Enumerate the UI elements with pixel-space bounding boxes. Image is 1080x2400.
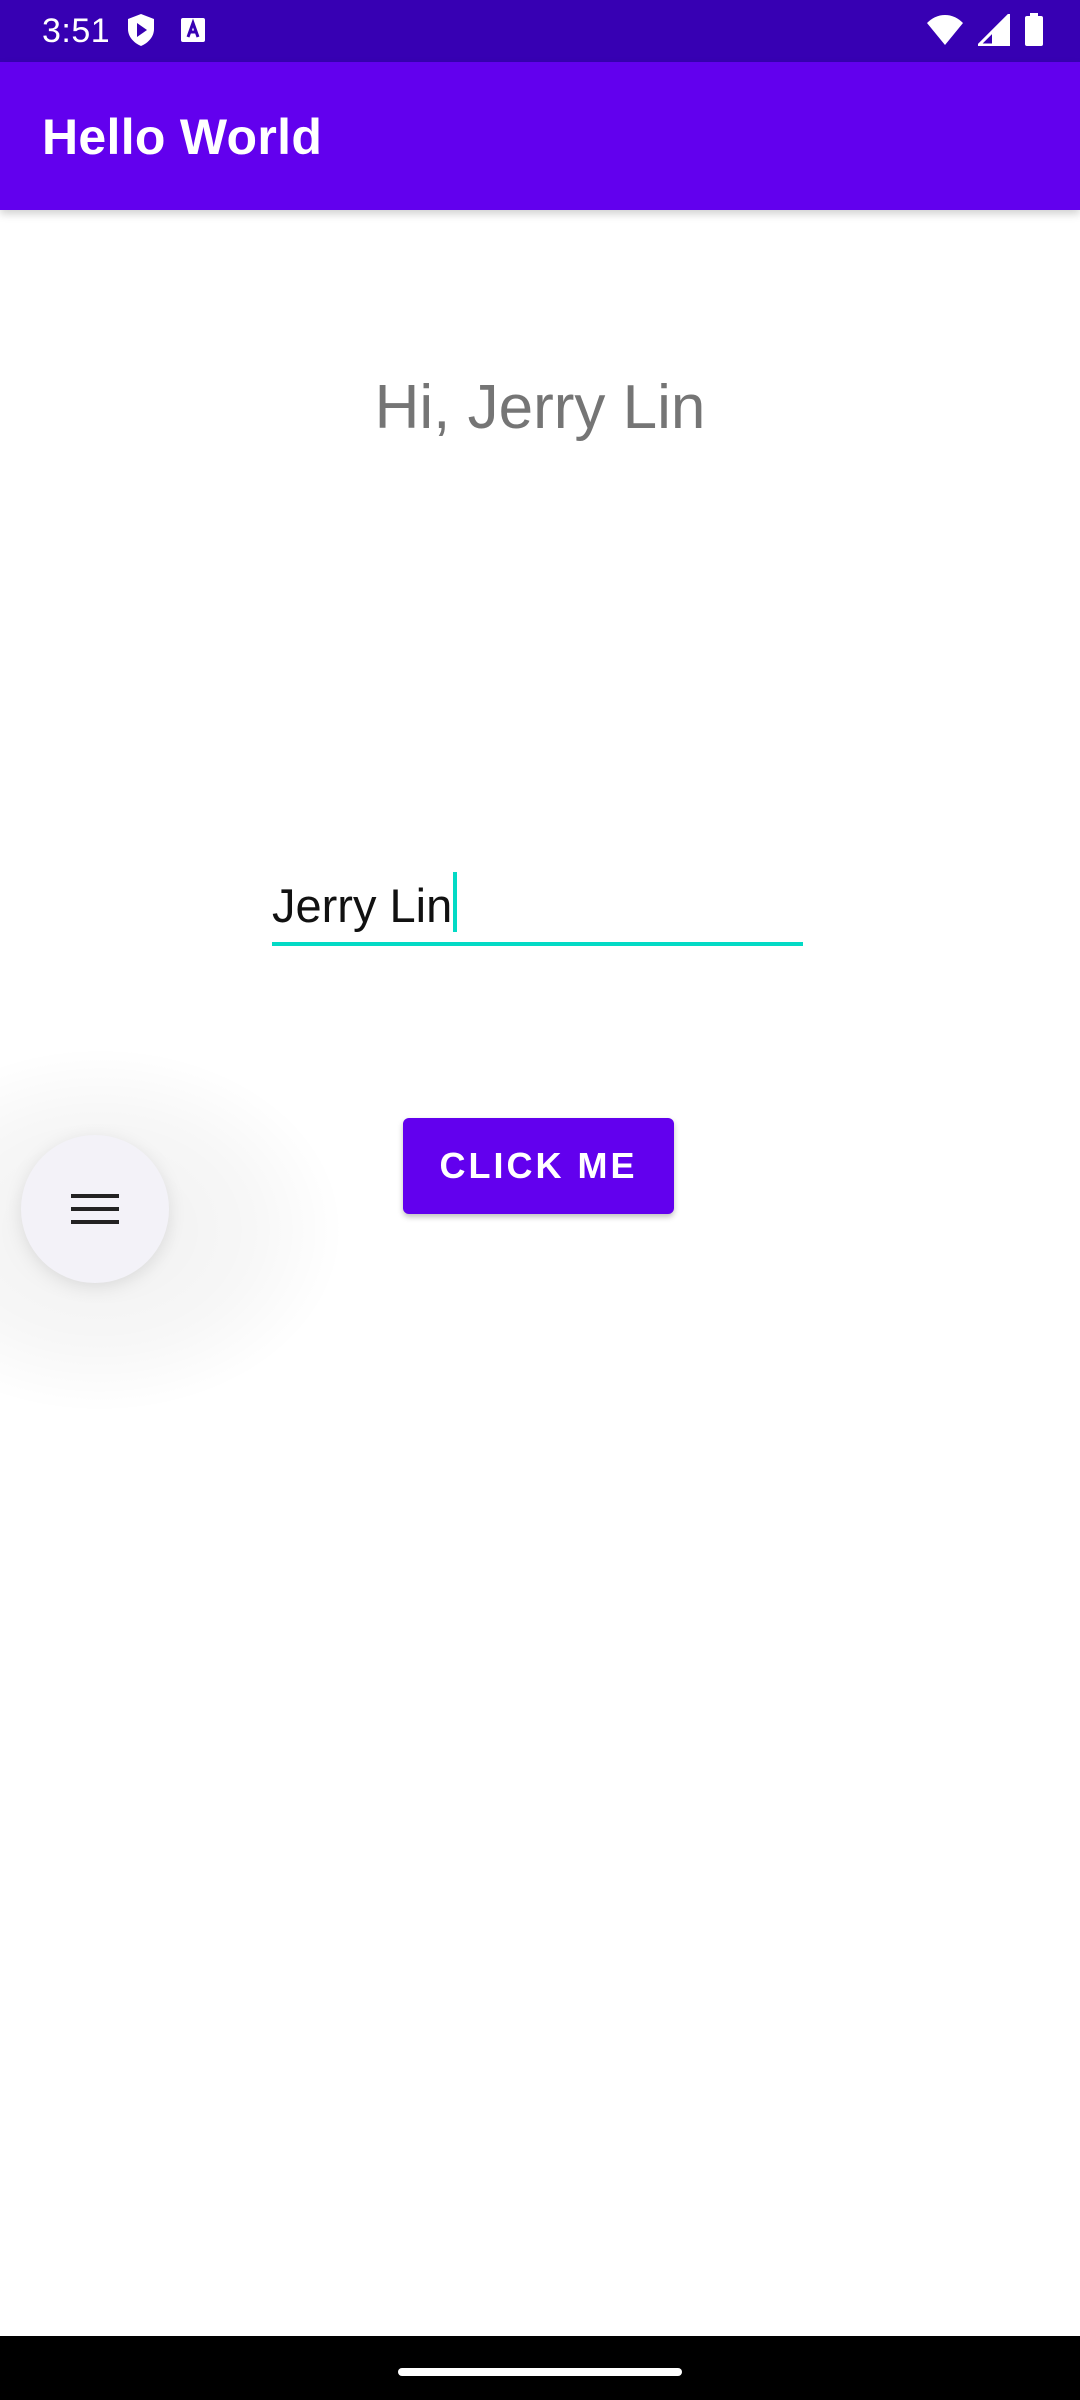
text-cursor xyxy=(453,872,458,932)
status-right-icons xyxy=(926,13,1044,47)
shield-play-icon xyxy=(126,13,156,47)
click-me-button-label: CLICK ME xyxy=(439,1145,638,1186)
status-time: 3:51 xyxy=(42,12,111,50)
app-bar: Hello World xyxy=(0,62,1080,210)
click-me-button[interactable]: CLICK ME xyxy=(403,1118,674,1214)
keyboard-a-icon xyxy=(180,17,206,43)
signal-icon xyxy=(978,14,1010,46)
greeting-text: Hi, Jerry Lin xyxy=(374,373,706,442)
status-bar: 3:51 xyxy=(0,0,1080,62)
battery-icon xyxy=(1024,13,1044,47)
name-input-value: Jerry Lin xyxy=(272,879,453,932)
name-input-value-wrap: Jerry Lin xyxy=(272,872,458,934)
wifi-icon xyxy=(926,14,964,46)
home-gesture-handle[interactable] xyxy=(398,2368,682,2376)
app-screen: 3:51 Hello World Hi, Jerry Lin Jerry Lin… xyxy=(0,0,1080,2400)
status-left-icons xyxy=(126,13,206,47)
floating-menu-button[interactable] xyxy=(21,1135,169,1283)
navigation-bar xyxy=(0,2336,1080,2400)
app-title: Hello World xyxy=(42,109,323,165)
menu-icon xyxy=(70,1190,120,1228)
name-input[interactable]: Jerry Lin xyxy=(272,862,803,946)
